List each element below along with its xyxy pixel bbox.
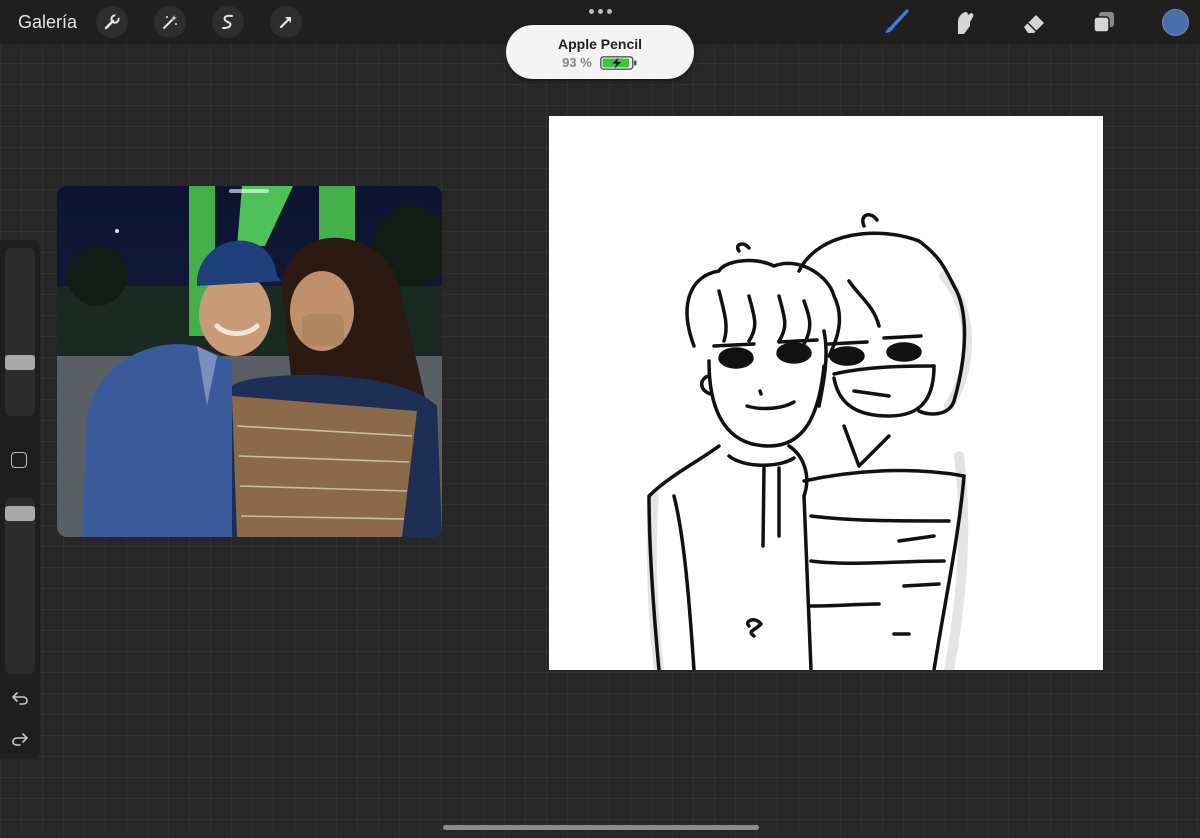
adjustments-button[interactable]	[154, 6, 186, 38]
modify-button[interactable]	[11, 452, 27, 468]
opacity-thumb[interactable]	[5, 506, 35, 522]
home-indicator[interactable]	[443, 825, 759, 830]
drawing-canvas[interactable]	[549, 116, 1103, 675]
more-dots-handle[interactable]	[589, 9, 612, 14]
brush-size-thumb[interactable]	[5, 355, 35, 371]
selection-button[interactable]	[212, 6, 244, 38]
color-picker-button[interactable]	[1162, 9, 1189, 36]
selection-s-icon	[222, 14, 233, 29]
smudge-icon	[958, 12, 974, 34]
undo-icon[interactable]	[11, 689, 29, 707]
reference-photo	[57, 186, 442, 537]
apple-pencil-popup: Apple Pencil 93 %	[506, 25, 694, 79]
brush-size-slider[interactable]	[5, 248, 35, 416]
reference-drag-handle[interactable]	[229, 189, 269, 193]
smudge-tool-button[interactable]	[948, 6, 980, 38]
arrow-transform-icon	[279, 16, 292, 29]
wrench-icon	[104, 13, 121, 30]
pencil-name: Apple Pencil	[557, 36, 643, 52]
reference-window[interactable]	[57, 186, 442, 537]
transform-button[interactable]	[270, 6, 302, 38]
battery-percent: 93 %	[562, 55, 592, 70]
redo-icon[interactable]	[11, 730, 29, 748]
gallery-button[interactable]: Galería	[18, 12, 77, 33]
eraser-tool-button[interactable]	[1018, 6, 1050, 38]
line-art-drawing	[646, 213, 973, 675]
actions-button[interactable]	[96, 6, 128, 38]
opacity-slider[interactable]	[5, 498, 35, 674]
layers-button[interactable]	[1088, 6, 1120, 38]
battery-charging-icon	[599, 55, 637, 70]
left-sidebar	[0, 240, 40, 758]
magic-wand-icon	[163, 15, 177, 29]
eraser-icon	[1024, 15, 1044, 33]
layers-icon	[1093, 12, 1114, 33]
brush-tool-button[interactable]	[880, 6, 912, 38]
pencil-battery-row: 93 %	[506, 55, 694, 70]
brush-icon	[885, 9, 909, 33]
